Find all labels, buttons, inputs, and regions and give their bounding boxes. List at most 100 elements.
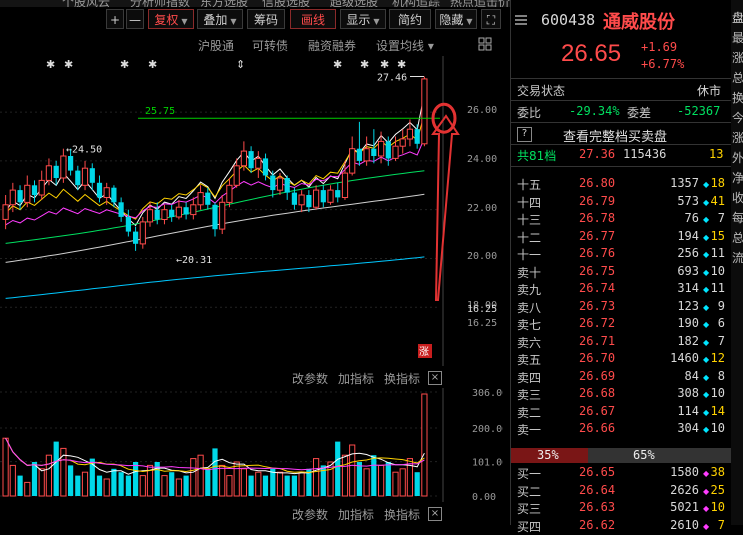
panel-menu-icon[interactable] — [515, 14, 527, 25]
candle — [255, 157, 262, 169]
bid-dot-icon: ◆ — [703, 504, 710, 513]
bid-dot-icon: ◆ — [703, 469, 710, 478]
chart-link[interactable]: 融资融券 — [308, 37, 356, 54]
bid-row[interactable]: 买三 26.63 5021 ◆ 10 — [511, 500, 731, 517]
chart-link[interactable]: 可转债 — [252, 37, 288, 54]
ask-row[interactable]: 十二 26.77 194 ◆ 15 — [511, 229, 731, 246]
event-arrow-icon[interactable]: ⇕ — [236, 58, 245, 71]
bid-row[interactable]: 买一 26.65 1580 ◆ 38 — [511, 465, 731, 482]
candle — [111, 187, 117, 203]
top-menu-item[interactable]: 热点追击 — [450, 0, 498, 7]
full-book-button[interactable]: 查看完整档买卖盘 — [563, 126, 667, 145]
event-star-icon[interactable]: ✱ — [333, 58, 342, 71]
volume-bar — [363, 468, 370, 497]
volume-bar — [341, 454, 349, 497]
ask-count: 11 — [710, 281, 725, 295]
ask-row[interactable]: 十四 26.79 573 ◆ 41 — [511, 194, 731, 211]
candle — [212, 204, 218, 230]
ask-volume: 308 — [677, 386, 699, 400]
ask-row[interactable]: 卖五 26.70 1460 ◆ 12 — [511, 351, 731, 368]
indicator-link[interactable]: 加指标 — [338, 506, 374, 523]
close-icon[interactable]: × — [428, 371, 442, 385]
ask-level-label: 卖二 — [517, 405, 542, 420]
top-menu-item[interactable]: 超级选股 — [330, 0, 378, 7]
zoom-out-button-label: — — [129, 13, 141, 27]
ask-dot-icon: ◆ — [703, 267, 710, 277]
event-star-icon[interactable]: ✱ — [120, 58, 129, 71]
indicator-link[interactable]: 改参数 — [292, 506, 328, 523]
volume-bar — [190, 458, 197, 497]
ask-row[interactable]: 卖八 26.73 123 ◆ 9 — [511, 299, 731, 316]
ask-row[interactable]: 卖十 26.75 693 ◆ 10 — [511, 264, 731, 281]
ratio-right: 65% — [633, 448, 655, 462]
bid-price: 26.63 — [579, 500, 616, 514]
full-book-icon[interactable]: ? — [517, 127, 532, 142]
ma-line-MA120 — [5, 256, 425, 299]
indicator-link[interactable]: 加指标 — [338, 370, 374, 387]
zoom-in-button[interactable]: + — [106, 9, 124, 29]
fuquan-button[interactable]: 复权 ▼ — [148, 9, 194, 29]
volume-bar — [169, 472, 175, 496]
event-star-icon[interactable]: ✱ — [64, 58, 73, 71]
ask-row[interactable]: 十三 26.78 76 ◆ 7 — [511, 211, 731, 228]
event-star-icon[interactable]: ✱ — [46, 58, 55, 71]
ask-row[interactable]: 卖六 26.71 182 ◆ 7 — [511, 334, 731, 351]
bid-row[interactable]: 买四 26.62 2610 ◆ 7 — [511, 518, 731, 535]
ask-row[interactable]: 卖四 26.69 84 ◆ 8 — [511, 369, 731, 386]
chips-button[interactable]: 筹码 — [247, 9, 285, 29]
top-menu-item[interactable]: 信股选股 — [262, 0, 310, 7]
status-value: 休市 — [697, 84, 722, 98]
indicator-link[interactable]: 改参数 — [292, 370, 328, 387]
fullscreen-icon[interactable]: ⛶ — [481, 9, 501, 29]
ask-row[interactable]: 卖九 26.74 314 ◆ 11 — [511, 281, 731, 298]
indicator-link[interactable]: 换指标 — [384, 370, 420, 387]
top-menu-item[interactable]: 个股风云 — [62, 0, 110, 7]
ask-level-label: 卖四 — [517, 370, 542, 385]
ask-price: 26.77 — [579, 228, 616, 243]
ask-count: 7 — [717, 211, 725, 225]
candle — [60, 155, 67, 179]
volume-bar — [103, 478, 110, 497]
side-info-label: 涨 — [732, 51, 743, 65]
candle — [371, 148, 377, 156]
ask-row[interactable]: 卖三 26.68 308 ◆ 10 — [511, 386, 731, 403]
chart-link[interactable]: 设置均线 ▾ — [376, 37, 434, 54]
volume-chart[interactable]: 306.00 200.00 101.00 0.00 — [0, 388, 503, 502]
event-star-icon[interactable]: ✱ — [397, 58, 406, 71]
hide-button[interactable]: 隐藏 ▼ — [435, 9, 477, 29]
top-menu-item[interactable]: 机构追踪 — [392, 0, 440, 7]
event-star-icon[interactable]: ✱ — [360, 58, 369, 71]
indicator-link[interactable]: 换指标 — [384, 506, 420, 523]
chart-link[interactable]: 沪股通 — [198, 37, 234, 54]
volume-bar — [212, 448, 218, 496]
ask-row[interactable]: 十一 26.76 256 ◆ 11 — [511, 246, 731, 263]
ask-count: 7 — [717, 333, 725, 348]
top-menu-item[interactable]: 东方选股 — [200, 0, 248, 7]
candle — [356, 148, 362, 161]
candle — [298, 194, 305, 206]
volume-bar — [421, 393, 428, 497]
event-star-icon[interactable]: ✱ — [380, 58, 389, 71]
simple-button[interactable]: 简约 — [389, 9, 431, 29]
overlay-button[interactable]: 叠加 ▼ — [197, 9, 243, 29]
ask-row[interactable]: 十五 26.80 1357 ◆ 18 — [511, 176, 731, 193]
ask-row[interactable]: 卖一 26.66 304 ◆ 10 — [511, 421, 731, 438]
event-star-icon[interactable]: ✱ — [148, 58, 157, 71]
ask-row[interactable]: 卖七 26.72 190 ◆ 6 — [511, 316, 731, 333]
display-button[interactable]: 显示 ▼ — [340, 9, 386, 29]
candlestick-chart[interactable]: 25.75 27.46 ←24.50 ←20.31 ✱ ✱ ✱ ✱ ✱ ✱ ✱ ✱ ⇕ 涨 — [0, 56, 503, 366]
candle — [270, 175, 276, 191]
ask-level-label: 卖一 — [517, 423, 542, 437]
chevron-down-icon: ▼ — [466, 17, 473, 26]
zoom-out-button[interactable]: — — [126, 9, 144, 29]
close-icon[interactable]: × — [428, 507, 442, 521]
ask-count: 10 — [710, 421, 725, 435]
candle — [306, 195, 312, 208]
grid-icon[interactable] — [478, 37, 492, 51]
ask-row[interactable]: 卖二 26.67 114 ◆ 14 — [511, 404, 731, 421]
draw-line-button[interactable]: 画线 — [290, 9, 336, 29]
bid-row[interactable]: 买二 26.64 2626 ◆ 25 — [511, 483, 731, 500]
top-menu-item[interactable]: 分析师指数 — [130, 0, 190, 7]
volume-bar — [284, 475, 290, 496]
menu-button[interactable] — [86, 9, 104, 29]
